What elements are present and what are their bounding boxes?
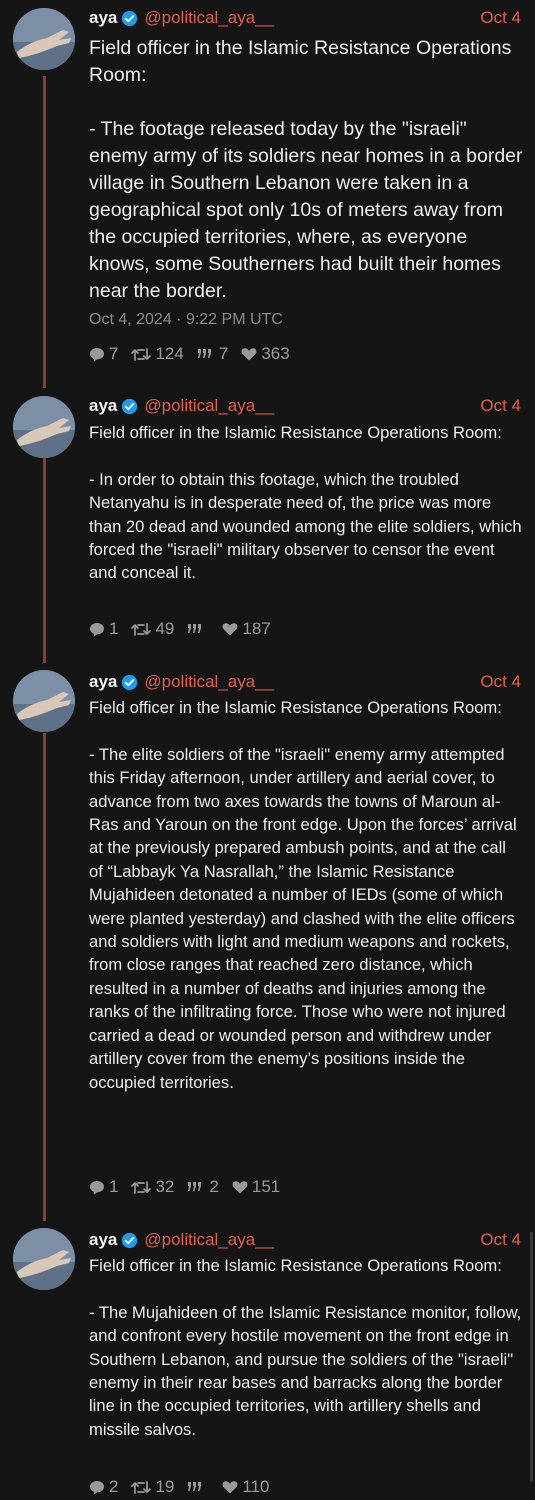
reply-count: 7 xyxy=(109,344,119,363)
user-handle[interactable]: @political_aya__ xyxy=(144,396,274,416)
reply-count: 1 xyxy=(109,619,119,638)
tweet-stats: 1 49 187 xyxy=(89,619,284,639)
heart-icon xyxy=(222,623,238,636)
like-count: 187 xyxy=(242,619,271,638)
like-count: 151 xyxy=(251,1177,281,1196)
tweet-date[interactable]: Oct 4 xyxy=(480,8,521,28)
tweet-text: Field officer in the Islamic Resistance … xyxy=(89,37,523,302)
tweet-3[interactable]: aya @political_aya__ Oct 4 Field officer… xyxy=(0,664,535,1216)
heart-icon xyxy=(232,1181,248,1194)
reply-count: 1 xyxy=(109,1177,119,1196)
tweet-timestamp[interactable]: Oct 4, 2024 · 9:22 PM UTC xyxy=(89,311,283,329)
like-count: 110 xyxy=(242,1477,270,1496)
retweet-icon xyxy=(131,1480,152,1494)
like-button[interactable]: 151 xyxy=(232,1177,280,1197)
tweet-4[interactable]: aya @political_aya__ Oct 4 Field officer… xyxy=(0,1222,535,1500)
retweet-count: 32 xyxy=(155,1177,175,1196)
quote-count: 7 xyxy=(218,344,229,363)
avatar[interactable] xyxy=(13,670,75,732)
display-name[interactable]: aya xyxy=(89,1230,117,1250)
scrollbar[interactable] xyxy=(530,1232,533,1482)
quote-button[interactable]: 2 xyxy=(187,1177,219,1197)
reply-button[interactable]: 1 xyxy=(89,619,118,639)
user-handle[interactable]: @political_aya__ xyxy=(144,1230,274,1250)
quote-icon xyxy=(188,624,202,633)
quote-button[interactable] xyxy=(187,1481,209,1493)
verified-badge-icon xyxy=(122,398,138,414)
display-name[interactable]: aya xyxy=(89,396,117,416)
reply-button[interactable]: 2 xyxy=(89,1477,118,1497)
tweet-stats: 1 32 2 151 xyxy=(89,1177,293,1197)
reply-icon xyxy=(90,1480,104,1494)
tweet-date[interactable]: Oct 4 xyxy=(480,396,521,416)
tweet-stats: 2 19 110 xyxy=(89,1477,283,1497)
like-button[interactable]: 187 xyxy=(222,619,271,639)
tweet-date[interactable]: Oct 4 xyxy=(480,672,521,692)
user-handle[interactable]: @political_aya__ xyxy=(144,672,274,692)
like-count: 363 xyxy=(261,344,290,363)
avatar[interactable] xyxy=(13,8,75,70)
tweet-header: aya @political_aya__ Oct 4 xyxy=(89,670,521,694)
quote-icon xyxy=(188,1182,202,1191)
retweet-button[interactable]: 124 xyxy=(131,344,184,364)
display-name[interactable]: aya xyxy=(89,672,117,692)
reply-icon xyxy=(90,347,104,361)
quote-button[interactable] xyxy=(187,623,209,635)
like-button[interactable]: 110 xyxy=(222,1477,270,1497)
tweet-stats: 7 124 7 363 xyxy=(89,344,303,364)
verified-badge-icon xyxy=(122,10,138,26)
retweet-button[interactable]: 49 xyxy=(131,619,174,639)
retweet-icon xyxy=(131,1180,152,1194)
retweet-icon xyxy=(131,347,152,361)
tweet-header: aya @political_aya__ Oct 4 xyxy=(89,1228,521,1252)
avatar[interactable] xyxy=(13,396,75,458)
heart-icon xyxy=(222,1481,238,1494)
reply-icon xyxy=(90,622,104,636)
quote-count: 2 xyxy=(209,1177,219,1196)
tweet-text: Field officer in the Islamic Resistance … xyxy=(89,423,522,583)
quote-icon xyxy=(188,1482,202,1491)
retweet-count: 124 xyxy=(155,344,184,363)
tweet-text: Field officer in the Islamic Resistance … xyxy=(89,698,517,1092)
reply-icon xyxy=(90,1180,104,1194)
reply-button[interactable]: 7 xyxy=(89,344,118,364)
verified-badge-icon xyxy=(122,1232,138,1248)
heart-icon xyxy=(241,348,257,361)
tweet-1[interactable]: aya @political_aya__ Oct 4 Field officer… xyxy=(0,0,535,380)
display-name[interactable]: aya xyxy=(89,8,117,28)
like-button[interactable]: 363 xyxy=(241,344,290,364)
user-handle[interactable]: @political_aya__ xyxy=(144,8,274,28)
tweet-text: Field officer in the Islamic Resistance … xyxy=(89,1256,522,1439)
retweet-button[interactable]: 32 xyxy=(131,1177,174,1197)
tweet-header: aya @political_aya__ Oct 4 xyxy=(89,6,521,30)
tweet-2[interactable]: aya @political_aya__ Oct 4 Field officer… xyxy=(0,388,535,656)
reply-count: 2 xyxy=(109,1477,119,1496)
tweet-date[interactable]: Oct 4 xyxy=(480,1230,521,1250)
quote-button[interactable]: 7 xyxy=(197,344,228,364)
reply-button[interactable]: 1 xyxy=(89,1177,118,1197)
avatar[interactable] xyxy=(13,1228,75,1290)
retweet-count: 49 xyxy=(155,619,175,638)
quote-icon xyxy=(197,349,211,358)
retweet-button[interactable]: 19 xyxy=(131,1477,174,1497)
retweet-icon xyxy=(131,622,152,636)
tweet-header: aya @political_aya__ Oct 4 xyxy=(89,394,521,418)
verified-badge-icon xyxy=(122,674,138,690)
retweet-count: 19 xyxy=(155,1477,175,1496)
